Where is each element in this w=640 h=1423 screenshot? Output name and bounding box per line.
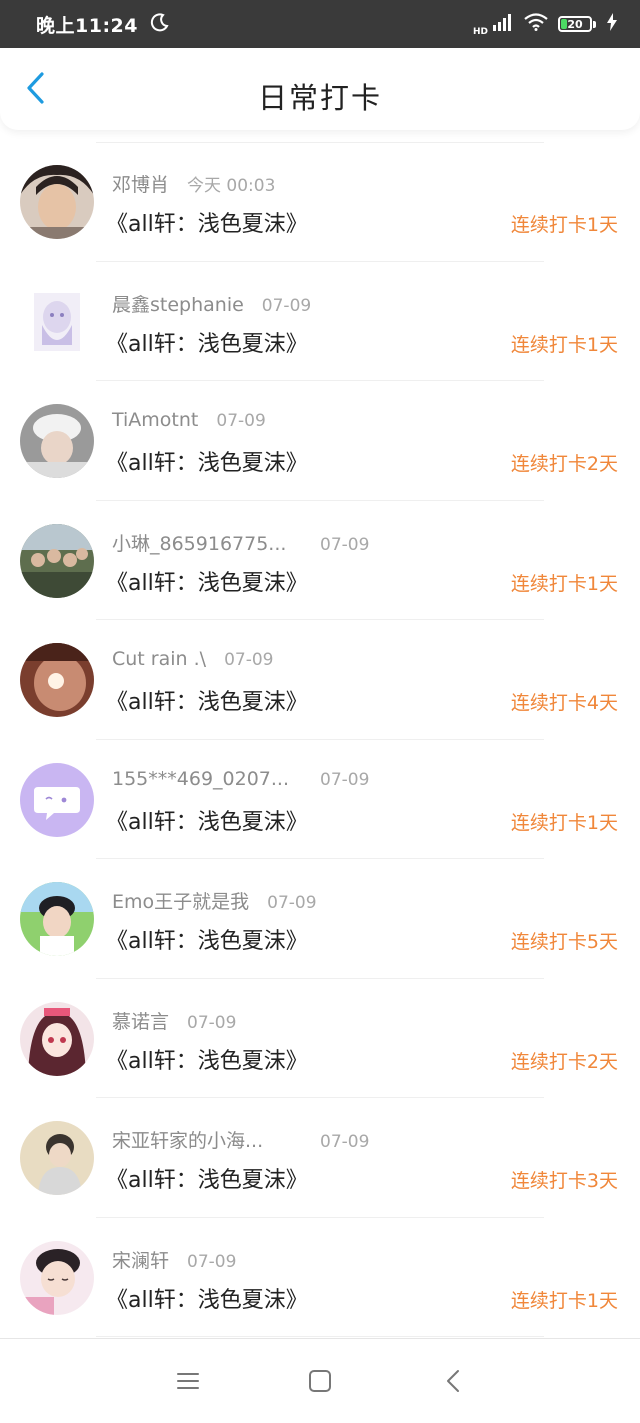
hd-label: HD bbox=[472, 27, 488, 37]
battery-cap bbox=[593, 20, 596, 28]
post-time: 07-09 bbox=[320, 1132, 370, 1152]
avatar[interactable] bbox=[20, 882, 94, 956]
avatar[interactable] bbox=[20, 1121, 94, 1195]
post-time: 07-09 bbox=[224, 650, 274, 670]
battery-text: 20 bbox=[567, 17, 583, 31]
post-time: 07-09 bbox=[320, 769, 370, 790]
user-line: Cut rain .\ 07-09 bbox=[112, 648, 273, 670]
avatar[interactable] bbox=[20, 643, 94, 717]
checkin-row[interactable]: 晨鑫stephanie 07-09 《all轩：浅色夏沫》 连续打卡1天 bbox=[0, 262, 640, 382]
status-bar: 晚上11:24 HD 20 bbox=[0, 0, 640, 48]
avatar[interactable] bbox=[20, 404, 94, 478]
book-title[interactable]: 《all轩：浅色夏沫》 bbox=[106, 804, 308, 836]
book-title[interactable]: 《all轩：浅色夏沫》 bbox=[106, 445, 308, 477]
user-line: TiAmotnt 07-09 bbox=[112, 409, 266, 431]
checkin-row[interactable]: 宋澜轩 07-09 《all轩：浅色夏沫》 连续打卡1天 bbox=[0, 1218, 640, 1338]
book-title[interactable]: 《all轩：浅色夏沫》 bbox=[106, 326, 308, 358]
user-line: 邓博肖 今天 00:03 bbox=[112, 170, 275, 197]
post-time: 今天 00:03 bbox=[187, 176, 276, 196]
username[interactable]: Emo王子就是我 bbox=[112, 887, 249, 914]
book-title[interactable]: 《all轩：浅色夏沫》 bbox=[106, 684, 308, 716]
streak-badge: 连续打卡2天 bbox=[510, 1050, 618, 1073]
post-time: 07-09 bbox=[320, 534, 370, 555]
username[interactable]: 宋澜轩 bbox=[112, 1246, 169, 1273]
streak-badge: 连续打卡1天 bbox=[510, 811, 618, 834]
user-line: Emo王子就是我 07-09 bbox=[112, 887, 317, 914]
avatar[interactable] bbox=[20, 1240, 94, 1315]
username[interactable]: 邓博肖 bbox=[112, 170, 169, 197]
back-triangle-icon bbox=[440, 1370, 468, 1399]
nav-header: 日常打卡 bbox=[0, 48, 640, 130]
streak-badge: 连续打卡2天 bbox=[510, 453, 618, 475]
status-right: HD 20 bbox=[473, 11, 618, 37]
checkin-row[interactable]: 155***469_0207... 07-09 《all轩：浅色夏沫》 连续打卡… bbox=[0, 740, 640, 860]
streak-badge: 连续打卡1天 bbox=[510, 214, 618, 236]
system-back-button[interactable] bbox=[440, 1367, 468, 1395]
moon-icon bbox=[150, 12, 170, 36]
checkin-list: 邓博肖 今天 00:03 《all轩：浅色夏沫》 连续打卡1天 晨鑫stepha… bbox=[0, 142, 640, 1337]
streak-badge: 连续打卡3天 bbox=[510, 1170, 618, 1192]
username[interactable]: Cut rain .\ bbox=[112, 648, 206, 670]
home-square-icon bbox=[306, 1370, 334, 1399]
page-title: 日常打卡 bbox=[257, 81, 382, 115]
checkin-row[interactable]: 慕诺言 07-09 《all轩：浅色夏沫》 连续打卡2天 bbox=[0, 979, 640, 1099]
menu-button[interactable] bbox=[174, 1367, 202, 1395]
user-line: 宋亚轩家的小海... 07-09 bbox=[112, 1126, 369, 1153]
post-time: 07-09 bbox=[267, 893, 317, 913]
user-line: 155***469_0207... 07-09 bbox=[112, 768, 369, 790]
battery-level bbox=[561, 19, 567, 29]
avatar[interactable] bbox=[20, 762, 94, 837]
battery-icon: 20 bbox=[558, 16, 592, 32]
post-time: 07-09 bbox=[261, 295, 312, 316]
home-button[interactable] bbox=[306, 1367, 334, 1395]
status-left: 晚上11:24 bbox=[36, 11, 170, 38]
checkin-row[interactable]: 宋亚轩家的小海... 07-09 《all轩：浅色夏沫》 连续打卡3天 bbox=[0, 1098, 640, 1218]
checkin-row[interactable]: 小琳_865916775... 07-09 《all轩：浅色夏沫》 连续打卡1天 bbox=[0, 501, 640, 621]
username[interactable]: TiAmotnt bbox=[112, 409, 198, 431]
streak-badge: 连续打卡5天 bbox=[510, 931, 618, 953]
streak-badge: 连续打卡1天 bbox=[510, 1289, 618, 1312]
streak-badge: 连续打卡4天 bbox=[510, 692, 618, 714]
username[interactable]: 155***469_0207... bbox=[112, 768, 302, 790]
username[interactable]: 慕诺言 bbox=[112, 1007, 169, 1034]
user-line: 慕诺言 07-09 bbox=[112, 1007, 236, 1034]
avatar[interactable] bbox=[20, 165, 94, 239]
checkin-row[interactable]: 邓博肖 今天 00:03 《all轩：浅色夏沫》 连续打卡1天 bbox=[0, 142, 640, 262]
user-line: 宋澜轩 07-09 bbox=[112, 1246, 236, 1273]
menu-icon bbox=[174, 1373, 202, 1399]
book-title[interactable]: 《all轩：浅色夏沫》 bbox=[106, 565, 308, 597]
avatar[interactable] bbox=[20, 284, 94, 359]
username[interactable]: 小琳_865916775... bbox=[112, 529, 302, 556]
wifi-icon bbox=[524, 13, 548, 35]
book-title[interactable]: 《all轩：浅色夏沫》 bbox=[106, 206, 308, 238]
avatar[interactable] bbox=[20, 1001, 94, 1076]
username[interactable]: 晨鑫stephanie bbox=[112, 290, 244, 317]
user-line: 晨鑫stephanie 07-09 bbox=[112, 290, 311, 317]
checkin-row[interactable]: Cut rain .\ 07-09 《all轩：浅色夏沫》 连续打卡4天 bbox=[0, 620, 640, 740]
avatar[interactable] bbox=[20, 523, 94, 598]
username[interactable]: 宋亚轩家的小海... bbox=[112, 1126, 302, 1153]
book-title[interactable]: 《all轩：浅色夏沫》 bbox=[106, 1162, 308, 1194]
checkin-row[interactable]: TiAmotnt 07-09 《all轩：浅色夏沫》 连续打卡2天 bbox=[0, 381, 640, 501]
book-title[interactable]: 《all轩：浅色夏沫》 bbox=[106, 923, 308, 955]
post-time: 07-09 bbox=[216, 411, 266, 431]
streak-badge: 连续打卡1天 bbox=[510, 572, 618, 595]
book-title[interactable]: 《all轩：浅色夏沫》 bbox=[106, 1043, 308, 1075]
signal-icon bbox=[492, 13, 514, 35]
streak-badge: 连续打卡1天 bbox=[510, 333, 618, 356]
post-time: 07-09 bbox=[187, 1012, 237, 1033]
user-line: 小琳_865916775... 07-09 bbox=[112, 529, 369, 556]
status-time: 晚上11:24 bbox=[36, 14, 138, 37]
checkin-row[interactable]: Emo王子就是我 07-09 《all轩：浅色夏沫》 连续打卡5天 bbox=[0, 859, 640, 979]
charging-icon bbox=[606, 13, 618, 35]
post-time: 07-09 bbox=[187, 1251, 237, 1272]
system-nav-bar bbox=[0, 1338, 640, 1423]
book-title[interactable]: 《all轩：浅色夏沫》 bbox=[106, 1282, 308, 1314]
